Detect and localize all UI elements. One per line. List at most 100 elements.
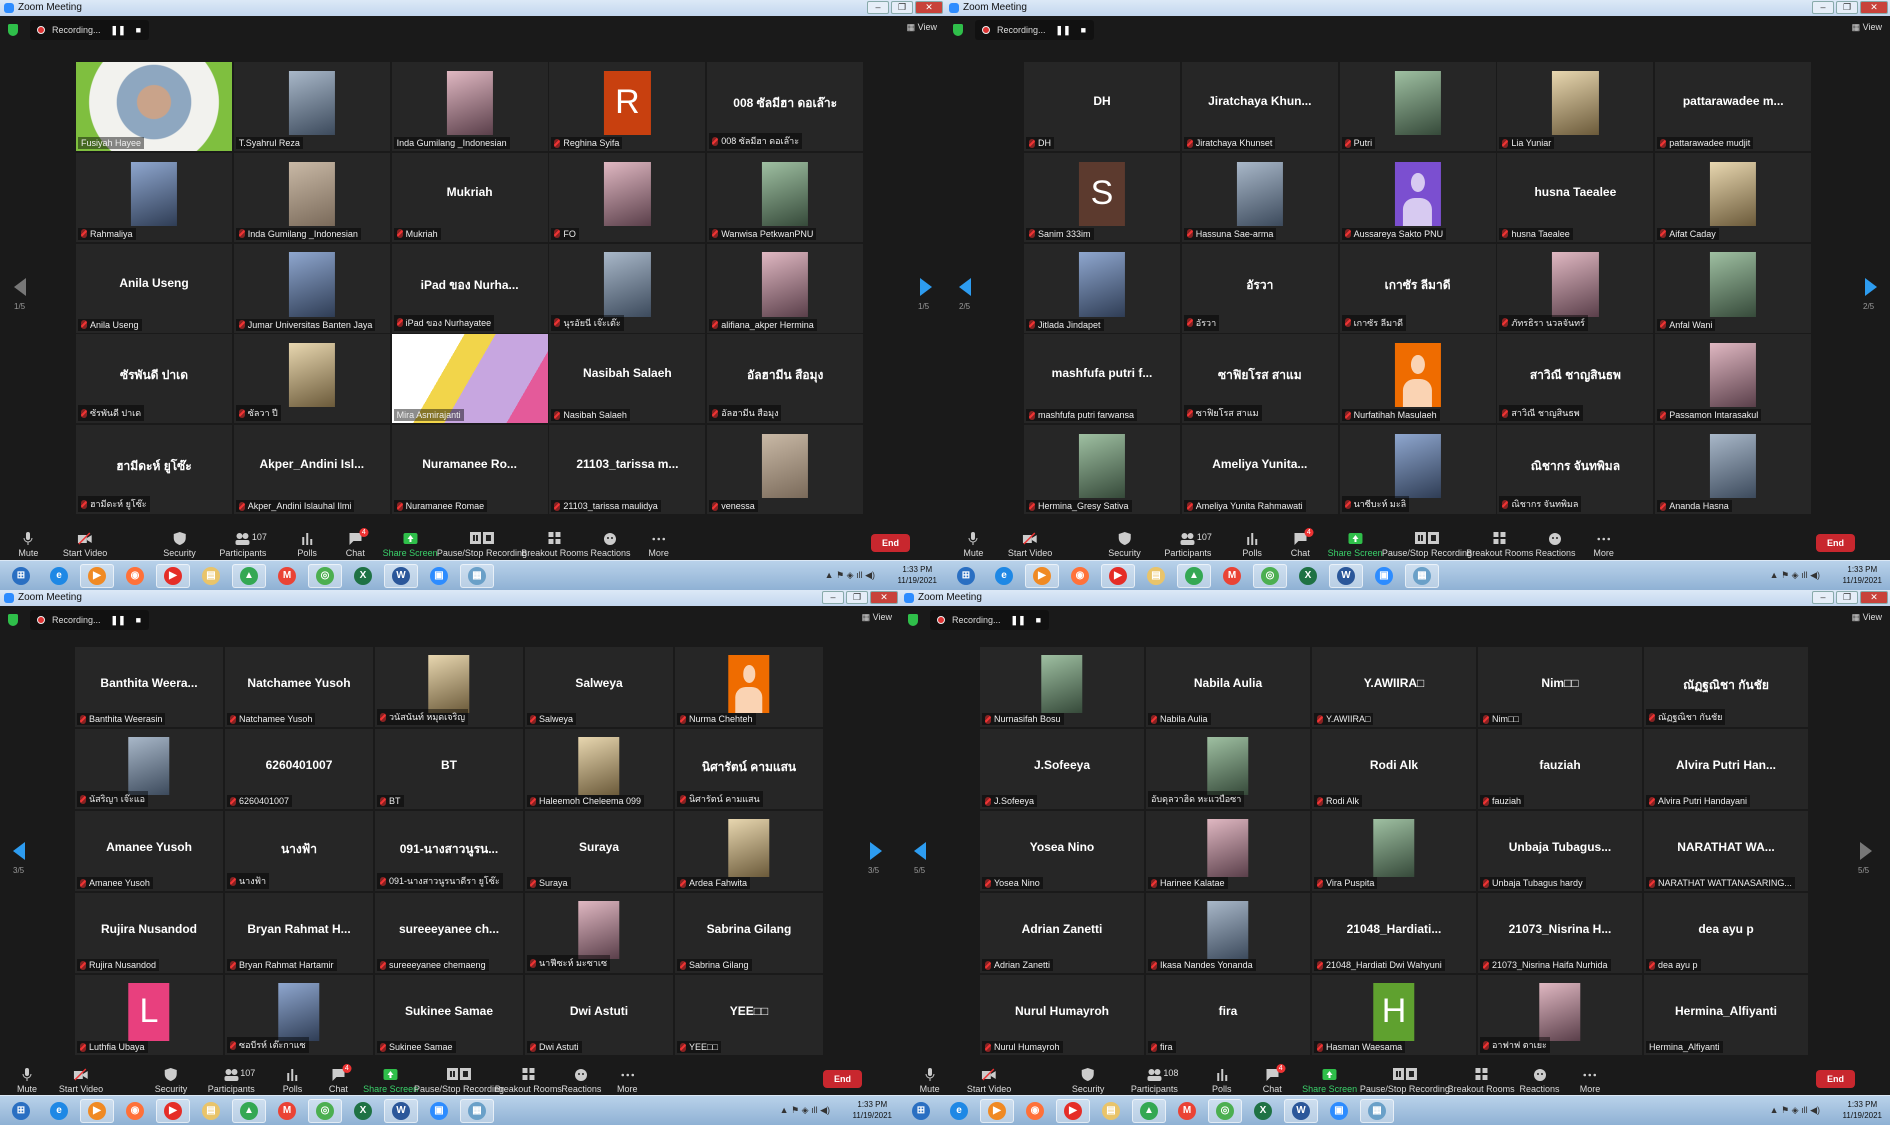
- participant-tile[interactable]: Y.AWIIRA□ Y.AWIIRA□: [1312, 647, 1476, 727]
- restore-button[interactable]: ❐: [891, 1, 913, 14]
- system-tray-icons[interactable]: ▲ ⚑ ◈ ıll ◀): [780, 1105, 830, 1116]
- taskbar-zoom-button[interactable]: ▣: [1322, 1099, 1356, 1123]
- taskbar-media-player-button[interactable]: ▶: [80, 564, 114, 588]
- start-video-button[interactable]: Start Video: [967, 1068, 1011, 1094]
- encryption-shield-icon[interactable]: [8, 24, 18, 36]
- pause-recording-icon[interactable]: ❚❚: [1011, 610, 1026, 630]
- taskbar-word-button[interactable]: W: [384, 564, 418, 588]
- participant-tile[interactable]: ซอบีรห์ เต๊ะกาแซ: [225, 975, 373, 1055]
- participant-tile[interactable]: BT BT: [375, 729, 523, 809]
- participant-tile[interactable]: Mukriah Mukriah: [391, 152, 548, 242]
- taskbar-gmail-button[interactable]: M: [1170, 1099, 1204, 1123]
- participant-tile[interactable]: ณิชากร จันทพิมล ณิชากร จันทพิมล: [1497, 425, 1654, 515]
- participant-tile[interactable]: Vira Puspita: [1312, 811, 1476, 891]
- participant-tile[interactable]: อาฟาฟ ตาเยะ: [1478, 975, 1642, 1055]
- participant-tile[interactable]: Jumar Universitas Banten Jaya: [233, 243, 390, 333]
- participant-tile[interactable]: Nuramanee Ro... Nuramanee Romae: [391, 425, 548, 515]
- taskbar-file-explorer-button[interactable]: ▤: [1094, 1099, 1128, 1123]
- participant-tile[interactable]: Hassuna Sae-arma: [1181, 152, 1338, 242]
- reactions-button[interactable]: Reactions: [1535, 532, 1575, 558]
- participant-tile[interactable]: J.Sofeeya J.Sofeeya: [980, 729, 1144, 809]
- view-button[interactable]: ▦ View: [1852, 22, 1882, 33]
- chat-button[interactable]: 4 Chat: [1291, 528, 1314, 558]
- participant-tile[interactable]: Jitlada Jindapet: [1024, 243, 1180, 333]
- next-page-arrow[interactable]: [920, 278, 932, 296]
- participant-tile[interactable]: Adrian Zanetti Adrian Zanetti: [980, 893, 1144, 973]
- participant-tile[interactable]: sureeeyanee ch... sureeeyanee chemaeng: [375, 893, 523, 973]
- taskbar-internet-explorer-button[interactable]: e: [42, 1099, 76, 1123]
- polls-button[interactable]: Polls: [1212, 1068, 1232, 1094]
- share-screen-button[interactable]: Share Screen: [363, 1068, 418, 1094]
- taskbar-clock[interactable]: 1:33 PM 11/19/2021: [853, 1099, 892, 1121]
- participant-tile[interactable]: Passamon Intarasakul: [1655, 334, 1812, 424]
- minimize-button[interactable]: –: [1812, 591, 1834, 604]
- taskbar-word-button[interactable]: W: [1329, 564, 1363, 588]
- end-meeting-button[interactable]: End: [871, 534, 910, 552]
- taskbar-chrome-button[interactable]: ◎: [308, 1099, 342, 1123]
- share-screen-button[interactable]: Share Screen: [383, 532, 438, 558]
- reactions-button[interactable]: Reactions: [590, 532, 630, 558]
- participant-tile[interactable]: นุรอัยนี เจ๊ะเต๊ะ: [549, 243, 706, 333]
- taskbar-media-player-button[interactable]: ▶: [1025, 564, 1059, 588]
- taskbar-gmail-button[interactable]: M: [270, 1099, 304, 1123]
- participant-tile[interactable]: 091-นางสาวนูรน... 091-นางสาวนูรนาดีรา ยูโ…: [375, 811, 523, 891]
- share-screen-button[interactable]: Share Screen: [1302, 1068, 1357, 1094]
- participant-tile[interactable]: Alvira Putri Han... Alvira Putri Handayan…: [1644, 729, 1808, 809]
- security-button[interactable]: Security: [1108, 532, 1141, 558]
- start-video-button[interactable]: Start Video: [59, 1068, 103, 1094]
- participant-tile[interactable]: T.Syahrul Reza: [233, 62, 390, 151]
- participant-tile[interactable]: Fusiyah Hayee: [76, 62, 232, 151]
- taskbar-youtube-button[interactable]: ▶: [156, 1099, 190, 1123]
- view-button[interactable]: ▦ View: [862, 612, 892, 623]
- participant-tile[interactable]: Suraya Suraya: [525, 811, 673, 891]
- participant-tile[interactable]: Ananda Hasna: [1655, 425, 1812, 515]
- participant-tile[interactable]: Salweya Salweya: [525, 647, 673, 727]
- taskbar-google-drive-button[interactable]: ▲: [232, 564, 266, 588]
- participant-tile[interactable]: ซัลวา ปี: [233, 334, 390, 424]
- breakout-button[interactable]: Breakout Rooms: [1466, 532, 1533, 558]
- participant-tile[interactable]: Sukinee Samae Sukinee Samae: [375, 975, 523, 1055]
- taskbar-zoom-button[interactable]: ▣: [422, 564, 456, 588]
- taskbar-internet-explorer-button[interactable]: e: [42, 564, 76, 588]
- minimize-button[interactable]: –: [1812, 1, 1834, 14]
- participant-tile[interactable]: R Reghina Syifa: [549, 62, 706, 151]
- participant-tile[interactable]: Bryan Rahmat H... Bryan Rahmat Hartamir: [225, 893, 373, 973]
- chat-button[interactable]: 4 Chat: [346, 528, 369, 558]
- taskbar-firefox-button[interactable]: ◉: [1018, 1099, 1052, 1123]
- participant-tile[interactable]: 21103_tarissa m... 21103_tarissa maulidya: [549, 425, 706, 515]
- participant-tile[interactable]: Wanwisa PetkwanPNU: [707, 152, 864, 242]
- end-meeting-button[interactable]: End: [1816, 534, 1855, 552]
- participant-tile[interactable]: NARATHAT WA... NARATHAT WATTANASARING...: [1644, 811, 1808, 891]
- mute-button[interactable]: Mute: [18, 532, 38, 558]
- taskbar-excel-button[interactable]: X: [346, 564, 380, 588]
- system-tray-icons[interactable]: ▲ ⚑ ◈ ıll ◀): [1770, 570, 1820, 581]
- participant-tile[interactable]: L Luthfia Ubaya: [75, 975, 223, 1055]
- participant-tile[interactable]: Nim□□ Nim□□: [1478, 647, 1642, 727]
- participant-tile[interactable]: Unbaja Tubagus... Unbaja Tubagus hardy: [1478, 811, 1642, 891]
- participant-tile[interactable]: YEE□□ YEE□□: [675, 975, 823, 1055]
- window-title-bar[interactable]: Zoom Meeting – ❐ ✕: [0, 0, 945, 16]
- participant-tile[interactable]: H Hasman Waesama: [1312, 975, 1476, 1055]
- taskbar-file-explorer-button[interactable]: ▤: [194, 1099, 228, 1123]
- polls-button[interactable]: Polls: [297, 532, 317, 558]
- minimize-button[interactable]: –: [822, 591, 844, 604]
- mute-button[interactable]: Mute: [17, 1068, 37, 1094]
- taskbar-media-player-button[interactable]: ▶: [80, 1099, 114, 1123]
- minimize-button[interactable]: –: [867, 1, 889, 14]
- restore-button[interactable]: ❐: [1836, 1, 1858, 14]
- participant-tile[interactable]: Dwi Astuti Dwi Astuti: [525, 975, 673, 1055]
- end-meeting-button[interactable]: End: [1816, 1070, 1855, 1088]
- participant-tile[interactable]: Hermina_Alfiyanti Hermina_Alfiyanti: [1644, 975, 1808, 1055]
- taskbar-firefox-button[interactable]: ◉: [118, 1099, 152, 1123]
- taskbar-internet-explorer-button[interactable]: e: [987, 564, 1021, 588]
- participant-tile[interactable]: Ardea Fahwita: [675, 811, 823, 891]
- mute-button[interactable]: Mute: [920, 1068, 940, 1094]
- participant-tile[interactable]: Inda Gumilang _Indonesian: [391, 62, 548, 151]
- pause-recording-icon[interactable]: ❚❚: [111, 610, 126, 630]
- encryption-shield-icon[interactable]: [908, 614, 918, 626]
- end-meeting-button[interactable]: End: [823, 1070, 862, 1088]
- participant-tile[interactable]: นาฟีซะห์ มะซาเซ: [525, 893, 673, 973]
- stop-recording-icon[interactable]: ■: [1036, 610, 1041, 630]
- participant-tile[interactable]: 21073_Nisrina H... 21073_Nisrina Haifa Nu…: [1478, 893, 1642, 973]
- participant-tile[interactable]: venessa: [707, 425, 864, 515]
